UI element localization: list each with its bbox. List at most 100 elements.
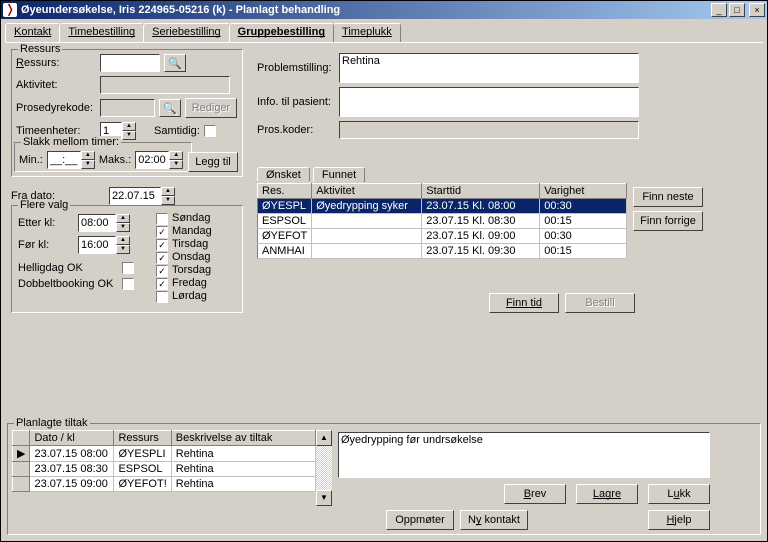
helligdag-label: Helligdag OK [18,262,118,274]
min-label: Min.: [19,154,43,166]
day-checkbox-3[interactable]: ✓ [156,252,168,264]
funnet-tab[interactable]: Funnet [313,167,365,182]
info-input[interactable] [339,87,639,117]
day-checkbox-5[interactable]: ✓ [156,278,168,290]
planlagt-row[interactable]: ▶23.07.15 08:00ØYESPLIRehtina [13,446,316,462]
close-button[interactable]: × [749,3,765,17]
col-beskrivelse[interactable]: Beskrivelse av tiltak [171,431,315,446]
helligdag-checkbox[interactable] [122,262,134,274]
flerevalg-group: Flere valg Etter kl: ▲▼ Før kl: ▲▼ Helli… [11,205,243,313]
brev-button[interactable]: Brev [504,484,566,504]
day-checkbox-6[interactable] [156,291,168,303]
hjelp-button[interactable]: Hjelp [648,510,710,530]
col-starttid[interactable]: Starttid [422,184,540,199]
etterkl-input[interactable] [78,214,116,232]
oensket-tab[interactable]: Ønsket [257,167,310,181]
maks-label: Maks.: [99,154,131,166]
aktivitet-display [100,76,230,94]
oppmoter-button[interactable]: Oppmøter [386,510,454,530]
nykontakt-button[interactable]: Ny kontakt [460,510,528,530]
found-row[interactable]: ESPSOL23.07.15 Kl. 08:3000:15 [258,214,627,229]
day-checkbox-4[interactable]: ✓ [156,265,168,277]
found-row[interactable]: ØYESPLØyedrypping syker23.07.15 Kl. 08:0… [258,199,627,214]
finn-neste-button[interactable]: Finn neste [633,187,703,207]
tab-gruppebestilling[interactable]: Gruppebestilling [229,23,334,42]
col-ressurs[interactable]: Ressurs [114,431,171,446]
prosedyre-search-icon: 🔍 [159,99,181,117]
maximize-button[interactable]: □ [729,3,745,17]
minimize-button[interactable]: _ [711,3,727,17]
ressurs-input[interactable] [100,54,160,72]
col-res[interactable]: Res. [258,184,312,199]
window-title: Øyeundersøkelse, Iris 224965-05216 (k) -… [21,4,711,16]
day-label-0: Søndag [172,212,211,225]
tab-seriebestilling[interactable]: Seriebestilling [143,23,229,42]
main-tabbar: Kontakt Timebestilling Seriebestilling G… [1,19,767,42]
found-row[interactable]: ANMHAI23.07.15 Kl. 09:3000:15 [258,244,627,259]
scroll-down-icon[interactable]: ▼ [316,490,332,506]
dobbelt-label: Dobbeltbooking OK [18,278,118,290]
etterkl-spinner[interactable]: ▲▼ [116,214,130,232]
info-label: Info. til pasient: [257,96,335,108]
planlagte-scrollbar[interactable]: ▲ ▼ [316,430,332,506]
tab-timebestilling[interactable]: Timebestilling [59,23,144,42]
tab-kontakt[interactable]: Kontakt [5,23,60,42]
problemstilling-input[interactable]: Rehtina [339,53,639,83]
app-icon [3,3,17,17]
rediger-button: Rediger [185,98,238,118]
day-label-1: Mandag [172,225,212,238]
finn-tid-button[interactable]: Finn tid [489,293,559,313]
binoculars-icon[interactable]: 🔍 [164,54,186,72]
foerkl-input[interactable] [78,236,116,254]
found-table: Res. Aktivitet Starttid Varighet ØYESPLØ… [257,183,627,259]
ressurs-label: Ressurs: [16,57,96,69]
timeenheter-spinner[interactable]: ▲▼ [122,122,136,140]
day-checkbox-2[interactable]: ✓ [156,239,168,251]
col-aktivitet[interactable]: Aktivitet [312,184,422,199]
fra-dato-input[interactable] [109,187,161,205]
maks-input[interactable] [135,151,169,169]
col-datokl[interactable]: Dato / kl [30,431,114,446]
planlagte-table: Dato / kl Ressurs Beskrivelse av tiltak … [12,430,316,492]
samtidig-label: Samtidig: [154,125,200,137]
planlagte-legend: Planlagte tiltak [14,417,90,429]
planlagte-group: Planlagte tiltak Dato / kl Ressurs Beskr… [7,423,761,535]
day-label-6: Lørdag [172,290,207,303]
ressurs-group: Ressurs Ressurs: 🔍 Aktivitet: Prosedyrek… [11,49,243,177]
bestill-button: Bestill [565,293,635,313]
leggtil-button[interactable]: Legg til [188,152,238,172]
min-spinner[interactable]: ▲▼ [81,151,95,169]
prosedyrekode-label: Prosedyrekode: [16,102,96,114]
day-label-5: Fredag [172,277,207,290]
day-checkbox-1[interactable]: ✓ [156,226,168,238]
lagre-button[interactable]: Lagre [576,484,638,504]
min-input[interactable] [47,151,81,169]
proskoder-display [339,121,639,139]
found-row[interactable]: ØYEFOT23.07.15 Kl. 09:0000:30 [258,229,627,244]
fra-dato-spinner[interactable]: ▲▼ [161,187,175,205]
day-checkbox-0[interactable] [156,213,168,225]
planlagt-row[interactable]: 23.07.15 09:00ØYEFOT!Rehtina [13,477,316,492]
etterkl-label: Etter kl: [18,217,74,229]
flerevalg-legend: Flere valg [18,199,70,211]
day-label-4: Torsdag [172,264,211,277]
dobbelt-checkbox[interactable] [122,278,134,290]
problemstilling-label: Problemstilling: [257,62,335,74]
aktivitet-label: Aktivitet: [16,79,96,91]
foerkl-spinner[interactable]: ▲▼ [116,236,130,254]
planlagt-row[interactable]: 23.07.15 08:30ESPSOLRehtina [13,462,316,477]
slakk-legend: Slakk mellom timer: [21,136,121,148]
prosedyrekode-display [100,99,155,117]
col-marker [13,431,30,446]
samtidig-checkbox[interactable] [204,125,216,137]
finn-forrige-button[interactable]: Finn forrige [633,211,703,231]
col-varighet[interactable]: Varighet [540,184,627,199]
foerkl-label: Før kl: [18,239,74,251]
maks-spinner[interactable]: ▲▼ [169,151,183,169]
title-bar: Øyeundersøkelse, Iris 224965-05216 (k) -… [1,1,767,19]
ressurs-legend: Ressurs [18,43,62,55]
tab-timeplukk[interactable]: Timeplukk [333,23,401,42]
lukk-button[interactable]: Lukk [648,484,710,504]
tiltak-description[interactable]: Øyedrypping før undrsøkelse [338,432,710,478]
scroll-up-icon[interactable]: ▲ [316,430,332,446]
